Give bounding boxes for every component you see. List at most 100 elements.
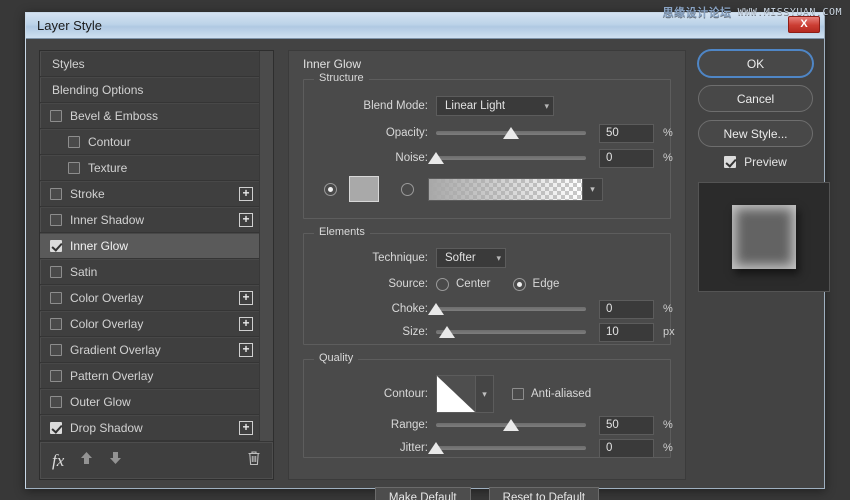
source-label: Source: bbox=[388, 278, 428, 290]
noise-slider-thumb[interactable] bbox=[428, 152, 444, 164]
style-checkbox[interactable] bbox=[50, 239, 62, 252]
choke-slider-thumb[interactable] bbox=[428, 303, 444, 315]
technique-select[interactable]: Softer ▾ bbox=[436, 248, 506, 268]
preview-checkbox[interactable] bbox=[724, 156, 737, 168]
style-row-stroke[interactable]: Stroke + bbox=[40, 181, 259, 207]
contour-chevron-down-icon[interactable]: ▾ bbox=[476, 375, 494, 413]
opacity-input[interactable]: 50 bbox=[599, 123, 654, 143]
style-row-satin[interactable]: Satin bbox=[40, 259, 259, 285]
preview-option[interactable]: Preview bbox=[698, 155, 813, 169]
styles-list[interactable]: Styles Blending Options Bevel & Emboss Cont… bbox=[40, 51, 259, 441]
style-row-pattern-overlay[interactable]: Pattern Overlay bbox=[40, 363, 259, 389]
style-row-label: Drop Shadow bbox=[70, 420, 143, 435]
style-checkbox[interactable] bbox=[50, 369, 62, 382]
style-checkbox[interactable] bbox=[50, 421, 62, 434]
size-slider[interactable] bbox=[436, 325, 586, 339]
glow-gradient-radio[interactable] bbox=[401, 182, 414, 196]
cancel-button[interactable]: Cancel bbox=[698, 85, 813, 112]
style-checkbox[interactable] bbox=[68, 135, 80, 148]
style-checkbox[interactable] bbox=[68, 161, 80, 174]
style-row-texture[interactable]: Texture bbox=[40, 155, 259, 181]
glow-gradient-picker[interactable]: ▾ bbox=[428, 177, 603, 201]
blend-mode-select[interactable]: Linear Light ▾ bbox=[436, 96, 554, 116]
style-checkbox[interactable] bbox=[50, 395, 62, 408]
style-row-label: Outer Glow bbox=[70, 394, 131, 409]
style-row-outer-glow[interactable]: Outer Glow bbox=[40, 389, 259, 415]
style-checkbox[interactable] bbox=[50, 187, 62, 200]
glow-color-swatch[interactable] bbox=[349, 176, 379, 202]
style-row-styles[interactable]: Styles bbox=[40, 51, 259, 77]
close-button[interactable]: X bbox=[788, 16, 820, 33]
opacity-slider-thumb[interactable] bbox=[503, 127, 519, 139]
dialog-actions-column: OK Cancel New Style... Preview bbox=[698, 50, 830, 292]
style-row-contour[interactable]: Contour bbox=[40, 129, 259, 155]
styles-list-scrollbar[interactable] bbox=[259, 51, 273, 441]
style-checkbox[interactable] bbox=[50, 109, 62, 122]
jitter-input[interactable]: 0 bbox=[599, 438, 654, 458]
source-center-label: Center bbox=[456, 278, 491, 290]
gradient-chevron-down-icon[interactable]: ▾ bbox=[583, 177, 603, 201]
style-row-blending-options[interactable]: Blending Options bbox=[40, 77, 259, 103]
size-input[interactable]: 10 bbox=[599, 322, 654, 342]
opacity-slider[interactable] bbox=[436, 126, 586, 140]
noise-input[interactable]: 0 bbox=[599, 148, 654, 168]
style-checkbox[interactable] bbox=[50, 265, 62, 278]
preview-square-shape bbox=[732, 205, 796, 269]
style-row-inner-glow[interactable]: Inner Glow bbox=[40, 233, 259, 259]
new-style-button[interactable]: New Style... bbox=[698, 120, 813, 147]
elements-fieldset: Elements Technique: Softer ▾ Source: Cen… bbox=[303, 226, 675, 345]
anti-aliased-option[interactable]: Anti-aliased bbox=[512, 388, 591, 400]
source-edge-radio[interactable] bbox=[512, 277, 526, 291]
blend-mode-label: Blend Mode: bbox=[363, 100, 428, 112]
jitter-slider[interactable] bbox=[428, 441, 586, 455]
panel-title: Inner Glow bbox=[303, 57, 362, 71]
move-down-icon[interactable] bbox=[109, 451, 122, 470]
add-effect-icon[interactable]: + bbox=[239, 290, 253, 305]
range-input[interactable]: 50 bbox=[599, 415, 654, 435]
style-row-label: Gradient Overlay bbox=[70, 342, 161, 357]
add-effect-icon[interactable]: + bbox=[239, 186, 253, 201]
source-edge-option[interactable]: Edge bbox=[512, 277, 559, 291]
range-slider[interactable] bbox=[436, 418, 586, 432]
ok-button[interactable]: OK bbox=[698, 50, 813, 77]
add-effect-icon[interactable]: + bbox=[239, 212, 253, 227]
title-bar[interactable]: Layer Style X bbox=[26, 13, 824, 39]
style-checkbox[interactable] bbox=[50, 317, 62, 330]
anti-aliased-checkbox[interactable] bbox=[512, 388, 524, 400]
choke-slider[interactable] bbox=[428, 302, 586, 316]
source-center-option[interactable]: Center bbox=[436, 277, 491, 291]
jitter-unit: % bbox=[663, 442, 673, 454]
style-row-color-overlay[interactable]: Color Overlay + bbox=[40, 311, 259, 337]
reset-to-default-button[interactable]: Reset to Default bbox=[488, 487, 600, 500]
range-slider-thumb[interactable] bbox=[503, 419, 519, 431]
add-effect-icon[interactable]: + bbox=[239, 342, 253, 357]
style-row-gradient-overlay[interactable]: Gradient Overlay + bbox=[40, 337, 259, 363]
add-effect-icon[interactable]: + bbox=[239, 420, 253, 435]
choke-input[interactable]: 0 bbox=[599, 299, 654, 319]
glow-color-radio[interactable] bbox=[324, 182, 337, 196]
fx-icon[interactable]: fx bbox=[52, 451, 64, 471]
source-center-radio[interactable] bbox=[436, 277, 449, 291]
style-row-bevel-emboss[interactable]: Bevel & Emboss bbox=[40, 103, 259, 129]
quality-fieldset: Quality Contour: ▾ Anti-aliased Range: 5… bbox=[303, 352, 673, 458]
delete-effect-icon[interactable] bbox=[247, 450, 261, 471]
add-effect-icon[interactable]: + bbox=[239, 316, 253, 331]
structure-fieldset: Structure Blend Mode: Linear Light ▾ Opa… bbox=[303, 72, 673, 219]
noise-slider[interactable] bbox=[428, 151, 586, 165]
style-checkbox[interactable] bbox=[50, 291, 62, 304]
window-title: Layer Style bbox=[37, 18, 103, 33]
jitter-slider-thumb[interactable] bbox=[428, 442, 444, 454]
style-row-color-overlay[interactable]: Color Overlay + bbox=[40, 285, 259, 311]
style-checkbox[interactable] bbox=[50, 213, 62, 226]
make-default-button[interactable]: Make Default bbox=[374, 487, 471, 500]
size-slider-track bbox=[436, 330, 586, 334]
style-row-label: Bevel & Emboss bbox=[70, 108, 159, 123]
style-row-inner-shadow[interactable]: Inner Shadow + bbox=[40, 207, 259, 233]
chevron-down-icon: ▾ bbox=[544, 100, 549, 111]
style-checkbox[interactable] bbox=[50, 343, 62, 356]
size-slider-thumb[interactable] bbox=[438, 326, 455, 338]
move-up-icon[interactable] bbox=[80, 451, 93, 470]
contour-picker[interactable]: ▾ bbox=[436, 375, 494, 413]
jitter-slider-track bbox=[436, 446, 586, 450]
style-row-drop-shadow[interactable]: Drop Shadow + bbox=[40, 415, 259, 441]
